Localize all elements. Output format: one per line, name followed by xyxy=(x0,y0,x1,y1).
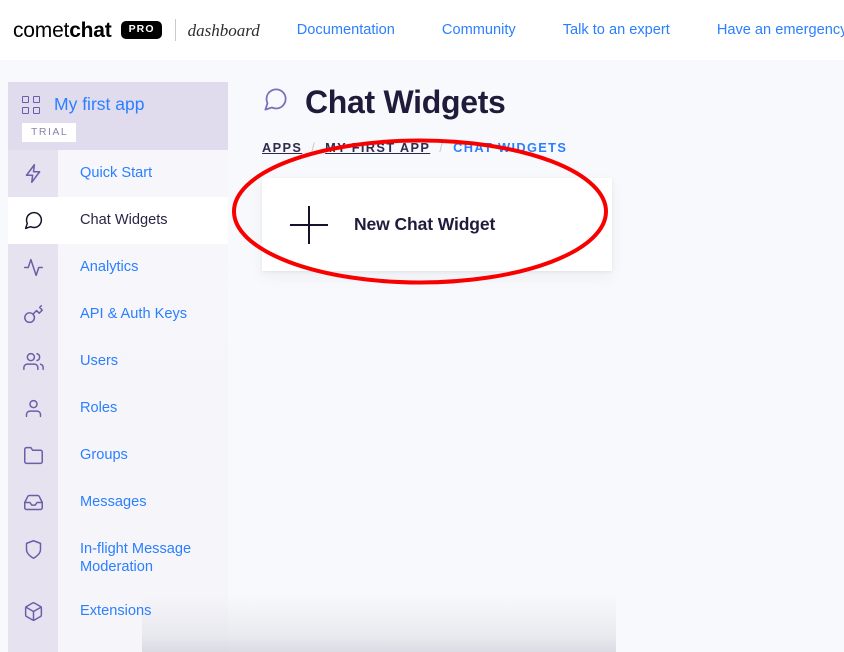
brand-divider xyxy=(174,19,176,41)
sidebar-item-api-auth-keys[interactable]: API & Auth Keys xyxy=(8,291,228,338)
sidebar-item-label: Groups xyxy=(80,447,128,463)
sidebar-item-groups[interactable]: Groups xyxy=(8,432,228,479)
breadcrumb-item-my-first-app[interactable]: MY FIRST APP xyxy=(325,140,430,155)
app-name: My first app xyxy=(54,94,145,115)
trial-badge: TRIAL xyxy=(22,123,77,142)
folder-icon xyxy=(8,432,58,479)
sidebar-item-label: Chat Widgets xyxy=(80,212,168,228)
sidebar-app-header[interactable]: My first app TRIAL xyxy=(8,82,228,150)
sidebar-item-roles[interactable]: Roles xyxy=(8,385,228,432)
sidebar-item-quick-start[interactable]: Quick Start xyxy=(8,150,228,197)
sidebar-item-label: API & Auth Keys xyxy=(80,306,188,322)
users-icon xyxy=(8,338,58,385)
nav-community[interactable]: Community xyxy=(442,23,516,38)
sidebar-item-extensions[interactable]: Extensions xyxy=(8,588,228,635)
cube-icon xyxy=(8,588,58,635)
sidebar-item-label: Analytics xyxy=(80,259,139,275)
brand-word-light: comet xyxy=(13,18,70,42)
nav-talk-to-an-expert[interactable]: Talk to an expert xyxy=(563,23,670,38)
breadcrumb-item-chat-widgets: CHAT WIDGETS xyxy=(453,140,568,155)
shield-icon xyxy=(8,526,58,588)
breadcrumb-separator: / xyxy=(311,140,317,155)
dashboard-page: cometchat PRO dashboard Documentation Co… xyxy=(0,0,844,652)
main-content: Chat Widgets APPS / MY FIRST APP / CHAT … xyxy=(228,60,844,652)
breadcrumb-separator: / xyxy=(439,140,445,155)
sidebar-item-messages[interactable]: Messages xyxy=(8,479,228,526)
sidebar-item-in-flight-message-moderation[interactable]: In-flight Message Moderation xyxy=(8,526,228,588)
page-title: Chat Widgets xyxy=(305,84,506,120)
brand-logo[interactable]: cometchat PRO dashboard xyxy=(13,15,260,45)
new-chat-widget-card[interactable]: New Chat Widget xyxy=(262,178,612,271)
nav-documentation[interactable]: Documentation xyxy=(297,23,395,38)
inbox-icon xyxy=(8,479,58,526)
widget-list: New Chat Widget xyxy=(228,155,844,271)
sidebar-item-label: Extensions xyxy=(80,603,152,619)
sidebar-item-label: Users xyxy=(80,353,119,369)
breadcrumb: APPS / MY FIRST APP / CHAT WIDGETS xyxy=(228,118,844,155)
top-nav: Documentation Community Talk to an exper… xyxy=(297,0,844,60)
page-body: My first app TRIAL Quick Start Chat Widg… xyxy=(0,60,844,652)
grid-icon xyxy=(22,96,40,114)
chat-bubble-icon xyxy=(8,197,58,244)
pulse-icon xyxy=(8,244,58,291)
top-bar: cometchat PRO dashboard Documentation Co… xyxy=(0,0,844,60)
pro-badge: PRO xyxy=(120,21,162,39)
sidebar-item-label: Roles xyxy=(80,400,118,416)
breadcrumb-item-apps[interactable]: APPS xyxy=(262,140,302,155)
sidebar-nav: Quick Start Chat Widgets Analytics API &… xyxy=(8,150,228,635)
brand-wordmark: cometchat xyxy=(13,20,112,41)
sidebar-item-label: In-flight Message Moderation xyxy=(80,541,192,575)
user-icon xyxy=(8,385,58,432)
brand-word-bold: chat xyxy=(69,18,112,42)
nav-have-an-emergency[interactable]: Have an emergency? xyxy=(717,23,844,38)
sidebar: My first app TRIAL Quick Start Chat Widg… xyxy=(8,82,228,652)
sidebar-item-chat-widgets[interactable]: Chat Widgets xyxy=(8,197,228,244)
bolt-icon xyxy=(8,150,58,197)
plus-icon xyxy=(290,205,328,244)
sidebar-item-label: Messages xyxy=(80,494,147,510)
sidebar-item-analytics[interactable]: Analytics xyxy=(8,244,228,291)
new-chat-widget-label: New Chat Widget xyxy=(354,214,496,234)
dashboard-label: dashboard xyxy=(187,20,260,40)
page-header: Chat Widgets xyxy=(228,60,844,118)
key-icon xyxy=(8,291,58,338)
sidebar-item-users[interactable]: Users xyxy=(8,338,228,385)
chat-bubble-icon xyxy=(262,86,289,118)
sidebar-item-label: Quick Start xyxy=(80,165,153,181)
